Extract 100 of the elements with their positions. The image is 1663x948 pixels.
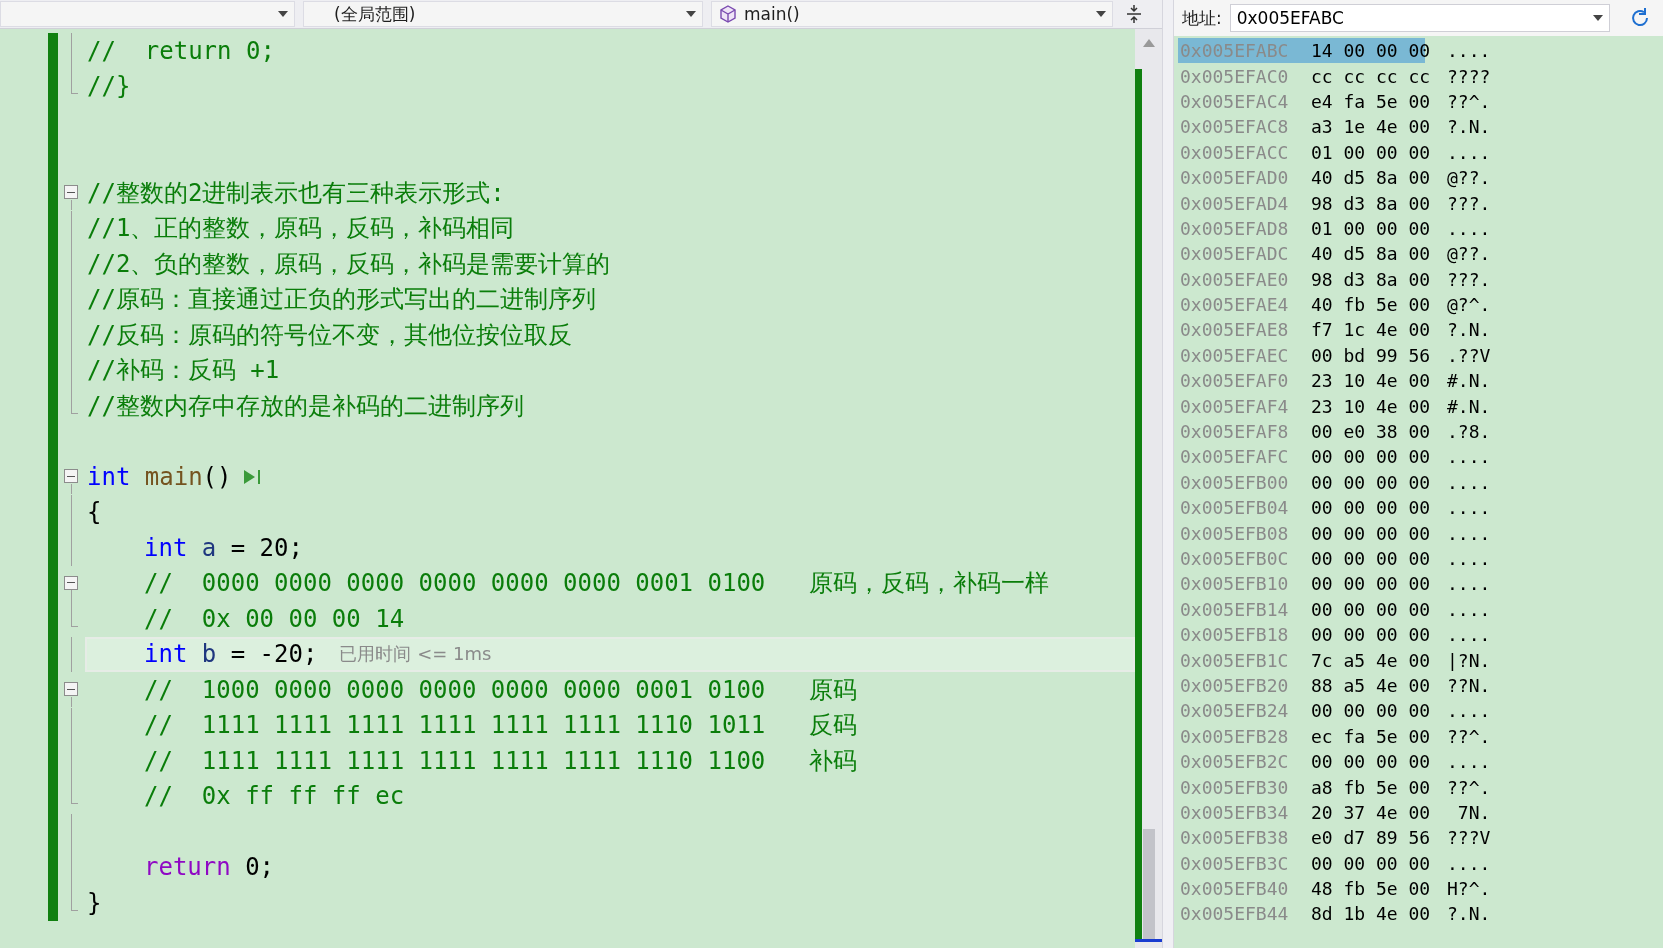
memory-chars: ??^.	[1447, 725, 1491, 747]
memory-address: 0x005EFAC0	[1179, 64, 1290, 89]
memory-chars: H?^.	[1447, 878, 1491, 900]
memory-address: 0x005EFAE0	[1179, 267, 1290, 292]
memory-address: 0x005EFABC	[1178, 38, 1309, 64]
scroll-thumb[interactable]	[1143, 829, 1155, 939]
code-line: int b = -20;	[143, 640, 318, 669]
memory-address: 0x005EFAE8	[1179, 318, 1290, 343]
collapse-icon[interactable]	[64, 469, 78, 483]
memory-address: 0x005EFADC	[1179, 242, 1290, 267]
code-line: int a = 20;	[143, 533, 303, 562]
code-line: //原码：直接通过正负的形式写出的二进制序列	[87, 284, 596, 316]
memory-chars: ....	[1447, 852, 1491, 874]
memory-chars: ?.N.	[1447, 903, 1491, 925]
memory-chars: ??^.	[1447, 90, 1491, 112]
memory-chars: ....	[1447, 141, 1491, 163]
memory-chars: ....	[1447, 446, 1491, 468]
code-line: // return 0;	[87, 36, 275, 65]
memory-chars: @??.	[1447, 167, 1491, 189]
memory-chars: ....	[1447, 522, 1491, 544]
memory-chars: @?^.	[1447, 294, 1491, 316]
collapse-icon[interactable]	[64, 185, 78, 199]
change-bar	[48, 33, 58, 69]
memory-chars: |?N.	[1447, 649, 1491, 671]
memory-chars: ....	[1447, 40, 1491, 62]
memory-address: 0x005EFB00	[1179, 470, 1290, 495]
memory-chars: ???.	[1447, 268, 1491, 290]
caret-icon	[1096, 11, 1106, 17]
memory-address: 0x005EFAF8	[1179, 420, 1290, 445]
memory-address: 0x005EFAF0	[1179, 369, 1290, 394]
memory-address: 0x005EFB3C	[1179, 851, 1290, 876]
memory-address: 0x005EFB04	[1179, 496, 1290, 521]
memory-address: 0x005EFAD4	[1179, 191, 1290, 216]
memory-chars: ....	[1447, 624, 1491, 646]
memory-chars: ?.N.	[1447, 319, 1491, 341]
memory-chars: ....	[1447, 573, 1491, 595]
scope-dropdown[interactable]: (全局范围)	[303, 1, 703, 27]
memory-chars: .?8.	[1447, 421, 1491, 443]
memory-address: 0x005EFB10	[1179, 572, 1290, 597]
memory-chars: ??N.	[1447, 674, 1491, 696]
collapse-icon[interactable]	[64, 682, 78, 696]
memory-address: 0x005EFAEC	[1179, 343, 1290, 368]
memory-address: 0x005EFB1C	[1179, 648, 1290, 673]
code-line: // 0x ff ff ff ec	[143, 782, 405, 811]
memory-chars: ??^.	[1447, 776, 1491, 798]
memory-address: 0x005EFAC8	[1179, 115, 1290, 140]
memory-chars: ....	[1447, 700, 1491, 722]
memory-address: 0x005EFB08	[1179, 521, 1290, 546]
code-line: }	[87, 888, 102, 917]
caret-icon	[278, 11, 288, 17]
code-line: //}	[87, 72, 131, 101]
address-label: 地址:	[1182, 6, 1222, 30]
memory-chars: ....	[1447, 548, 1491, 569]
memory-address: 0x005EFAD8	[1179, 216, 1290, 241]
memory-chars: ....	[1447, 471, 1491, 493]
code-line: // 1111 1111 1111 1111 1111 1111 1110 1011 反码	[143, 710, 857, 742]
memory-chars: ???.	[1447, 192, 1491, 214]
collapse-icon[interactable]	[64, 575, 78, 590]
scroll-up-icon[interactable]	[1143, 39, 1155, 47]
memory-address: 0x005EFB28	[1179, 724, 1290, 749]
memory-chars: #.N.	[1447, 370, 1491, 392]
memory-address: 0x005EFAD0	[1179, 166, 1290, 191]
code-line: int main()	[87, 462, 232, 491]
memory-chars: ???V	[1447, 827, 1491, 849]
memory-address: 0x005EFB2C	[1179, 750, 1290, 775]
memory-address: 0x005EFB38	[1179, 826, 1290, 851]
memory-chars: ....	[1447, 497, 1491, 519]
caret-icon	[686, 11, 696, 17]
caret-icon	[1592, 15, 1603, 21]
memory-chars: ....	[1447, 751, 1491, 773]
memory-address: 0x005EFB18	[1179, 623, 1290, 648]
memory-address: 0x005EFB34	[1179, 800, 1290, 825]
code-line: {	[87, 498, 102, 527]
cube-icon	[718, 4, 738, 24]
change-bar	[48, 885, 58, 921]
memory-chars: ?.N.	[1447, 116, 1491, 138]
code-line: //2、负的整数，原码，反码，补码是需要计算的	[87, 248, 611, 280]
code-line: // 0000 0000 0000 0000 0000 0000 0001 0100 原码，反码，补码一样	[143, 568, 1049, 600]
address-field[interactable]: 0x005EFABC	[1229, 4, 1610, 32]
code-line: //补码：反码 +1	[87, 355, 280, 387]
code-line: // 1000 0000 0000 0000 0000 0000 0001 0100 原码	[143, 674, 857, 706]
code-line: //反码：原码的符号位不变，其他位按位取反	[87, 319, 572, 351]
memory-address: 0x005EFB30	[1179, 775, 1290, 800]
memory-chars: ....	[1447, 598, 1491, 620]
code-line: //整数内存中存放的是补码的二进制序列	[87, 390, 524, 422]
memory-address: 0x005EFAF4	[1179, 394, 1290, 419]
memory-address: 0x005EFAE4	[1179, 293, 1290, 318]
vertical-scrollbar[interactable]	[1135, 29, 1162, 948]
memory-address: 0x005EFACC	[1179, 140, 1290, 165]
memory-chars: 7N.	[1456, 801, 1491, 823]
memory-chars: ????	[1447, 65, 1491, 87]
code-line: //1、正的整数，原码，反码，补码相同	[87, 213, 515, 245]
code-line: // 0x 00 00 00 14	[143, 604, 405, 633]
memory-address: 0x005EFAC4	[1179, 89, 1290, 114]
scope-dropdown[interactable]: main()	[711, 1, 1113, 27]
code-line: //整数的2进制表示也有三种表示形式:	[87, 177, 505, 209]
memory-address: 0x005EFAFC	[1179, 445, 1290, 470]
memory-address: 0x005EFB0C	[1179, 547, 1290, 571]
memory-address: 0x005EFB40	[1179, 877, 1290, 902]
split-icon[interactable]	[1126, 4, 1142, 24]
